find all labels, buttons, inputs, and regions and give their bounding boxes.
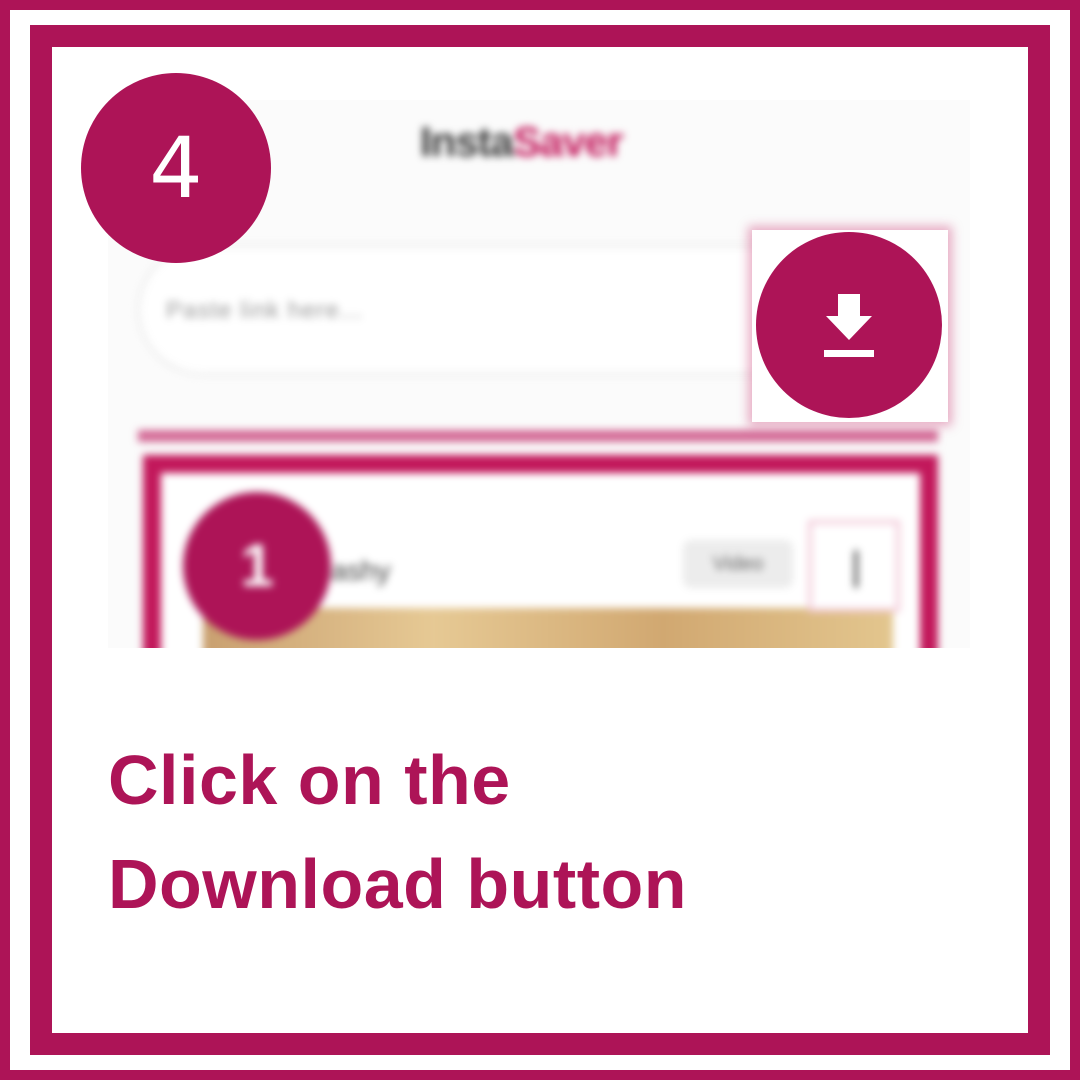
step-marker-1: 1 <box>183 492 331 640</box>
download-icon <box>824 294 874 357</box>
link-input[interactable]: Paste link here... <box>138 245 858 375</box>
section-divider <box>138 430 938 442</box>
instruction-caption: Click on the Download button <box>108 728 687 936</box>
logo-part-saver: Saver <box>513 118 623 165</box>
link-input-placeholder: Paste link here... <box>166 297 363 324</box>
more-options-icon[interactable] <box>808 520 900 612</box>
logo-part-insta: Insta <box>420 118 514 165</box>
download-button[interactable] <box>756 232 942 418</box>
step-number-badge: 4 <box>81 73 271 263</box>
result-card-type-badge: Video <box>683 540 793 588</box>
caption-line-2: Download button <box>108 845 688 923</box>
caption-line-1: Click on the <box>108 741 511 819</box>
app-logo: InstaSaver <box>420 118 623 166</box>
download-button-highlight <box>752 230 948 422</box>
